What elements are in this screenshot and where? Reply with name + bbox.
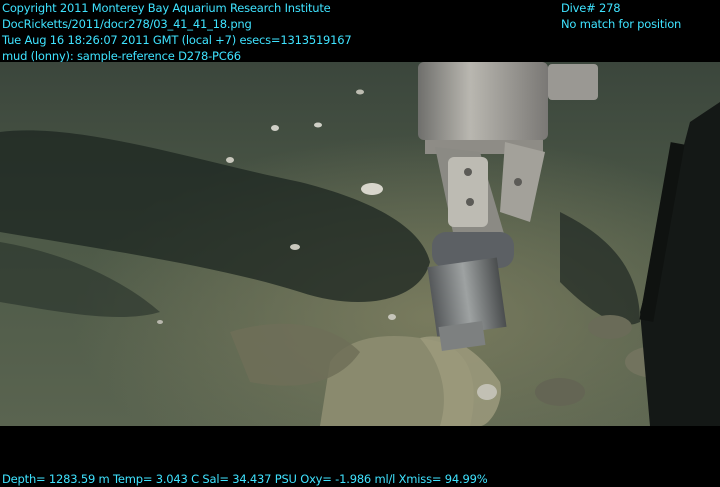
- seafloor-image: [0, 62, 720, 426]
- overlay-top-right: Dive# 278 No match for position: [561, 0, 681, 32]
- copyright-line: Copyright 2011 Monterey Bay Aquarium Res…: [2, 1, 331, 15]
- video-frame: Copyright 2011 Monterey Bay Aquarium Res…: [0, 0, 720, 486]
- dive-number: Dive# 278: [561, 1, 621, 15]
- image-path-line: DocRicketts/2011/docr278/03_41_41_18.png: [2, 17, 252, 31]
- telemetry-line: Depth= 1283.59 m Temp= 3.043 C Sal= 34.4…: [2, 472, 488, 486]
- overlay-top-left: Copyright 2011 Monterey Bay Aquarium Res…: [2, 0, 352, 64]
- position-status: No match for position: [561, 17, 682, 31]
- timestamp-line: Tue Aug 16 18:26:07 2011 GMT (local +7) …: [2, 33, 352, 47]
